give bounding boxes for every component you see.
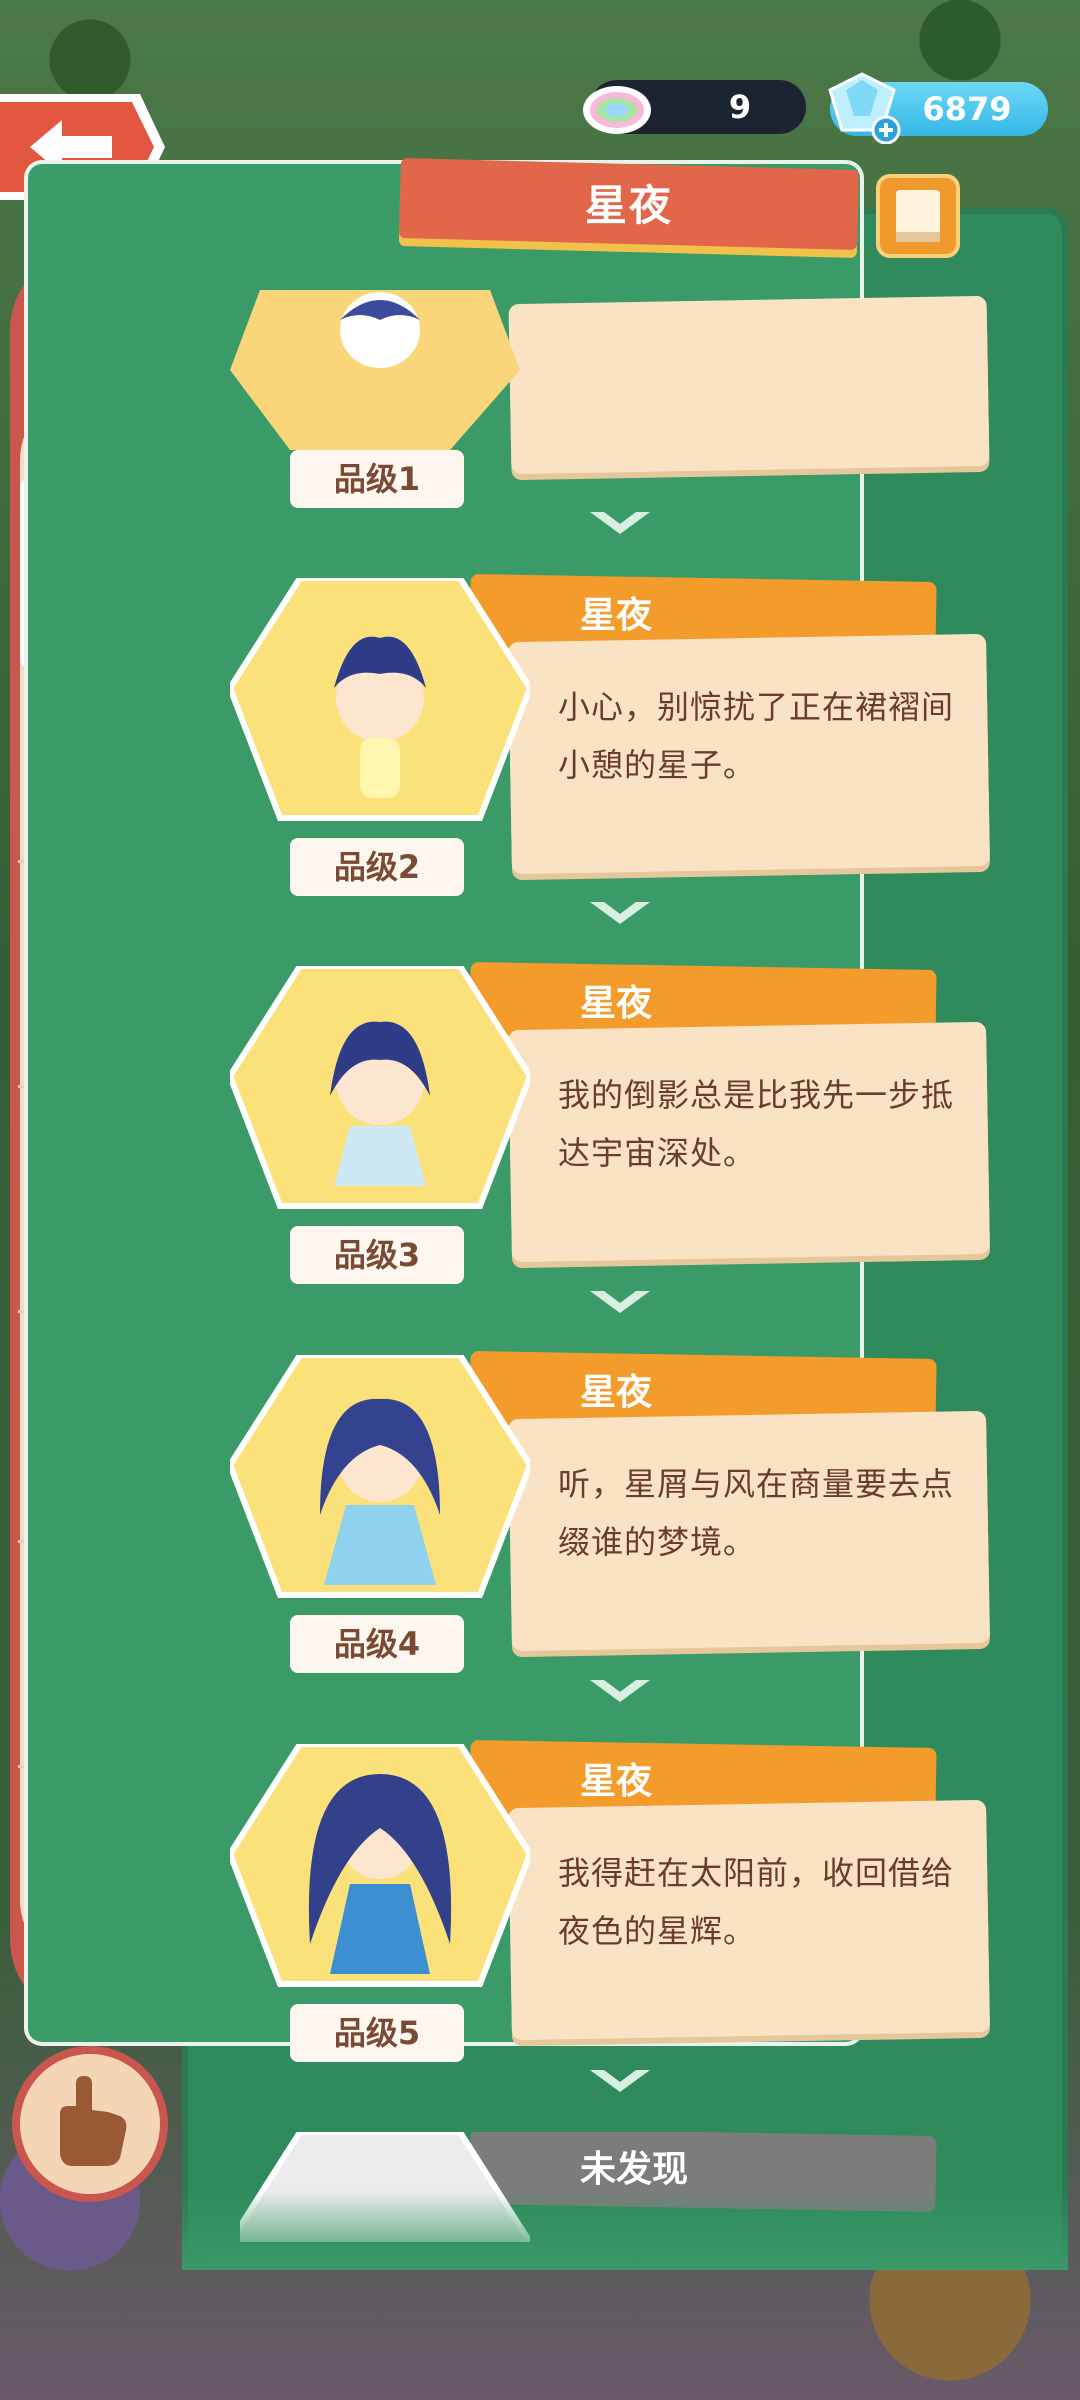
grade-label: 品级2 bbox=[290, 838, 464, 896]
book-icon bbox=[896, 190, 940, 242]
chevron-down-icon bbox=[590, 2070, 650, 2092]
diamond-icon bbox=[828, 72, 901, 144]
character-portrait-4 bbox=[230, 1355, 530, 1598]
chevron-down-icon bbox=[590, 512, 650, 534]
rainbow-cloud-icon bbox=[583, 86, 651, 134]
grade-card-2: 星夜 小心，别惊扰了正在裙褶间小憩的星子。 品级2 bbox=[230, 573, 1010, 918]
card-description: 听，星屑与风在商量要去点缀谁的梦境。 bbox=[558, 1465, 955, 1561]
hand-pointer-button[interactable] bbox=[12, 2046, 168, 2202]
card-description: 我的倒影总是比我先一步抵达宇宙深处。 bbox=[558, 1076, 955, 1172]
card-description: 小心，别惊扰了正在裙褶间小憩的星子。 bbox=[558, 688, 955, 784]
card-name: 星夜 bbox=[580, 595, 653, 636]
grade-label: 品级3 bbox=[290, 1226, 464, 1284]
gem-count: 6879 bbox=[922, 90, 1012, 128]
grade-label: 品级1 bbox=[290, 450, 464, 508]
chevron-down-icon bbox=[590, 1680, 650, 1702]
grade-card-1: 品级1 bbox=[230, 290, 1010, 508]
book-button[interactable] bbox=[876, 174, 960, 258]
character-portrait-5 bbox=[230, 1744, 530, 1987]
grade-label: 品级4 bbox=[290, 1615, 464, 1673]
card-name: 星夜 bbox=[580, 983, 653, 1024]
character-portrait-1 bbox=[230, 290, 520, 450]
card-name: 星夜 bbox=[580, 1372, 653, 1413]
grade-card-3: 星夜 我的倒影总是比我先一步抵达宇宙深处。 品级3 bbox=[230, 961, 1010, 1306]
character-portrait-3 bbox=[230, 966, 530, 1209]
grade-card-5: 星夜 我得赶在太阳前，收回借给夜色的星辉。 品级5 bbox=[230, 1739, 1010, 2084]
panel-bottom-fade bbox=[182, 2190, 1068, 2270]
grade-label: 品级5 bbox=[290, 2004, 464, 2062]
grade-card-4: 星夜 听，星屑与风在商量要去点缀谁的梦境。 品级4 bbox=[230, 1350, 1010, 1695]
card-name: 星夜 bbox=[580, 1761, 653, 1802]
description-box bbox=[508, 295, 990, 475]
hand-pointer-icon bbox=[60, 2076, 127, 2166]
card-description: 我得赶在太阳前，收回借给夜色的星辉。 bbox=[558, 1854, 955, 1950]
chevron-down-icon bbox=[590, 902, 650, 924]
character-portrait-2 bbox=[230, 578, 530, 821]
chevron-down-icon bbox=[590, 1291, 650, 1313]
rainbow-count: 9 bbox=[728, 88, 752, 126]
page-title: 星夜 bbox=[584, 181, 673, 230]
card-name: 未发现 bbox=[580, 2149, 689, 2190]
